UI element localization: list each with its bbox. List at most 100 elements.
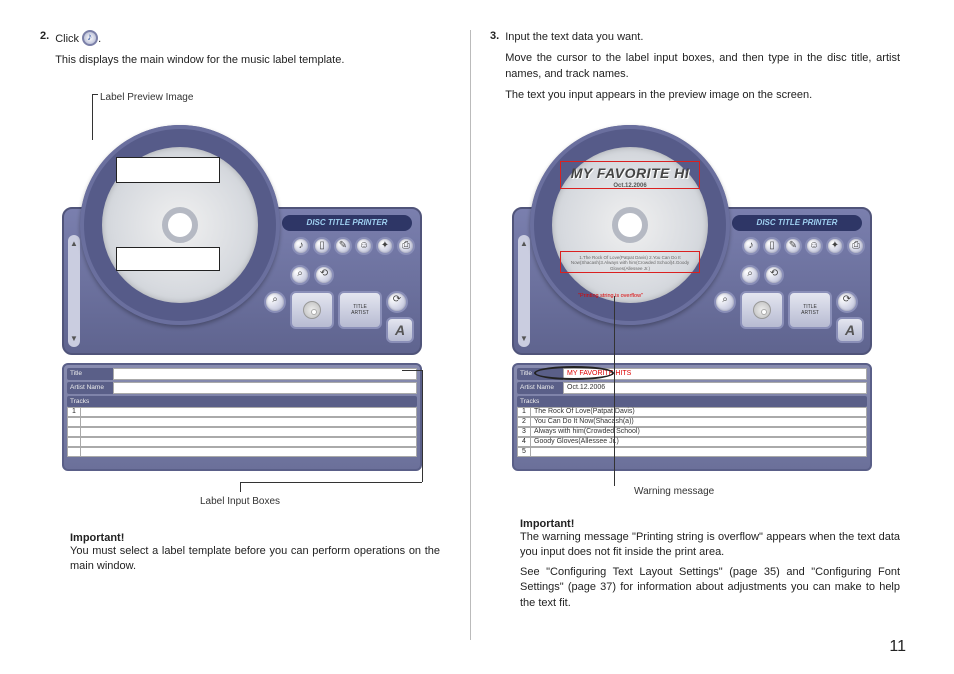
annotation-line [240,482,422,483]
reload-button[interactable]: ⟲ [764,265,784,285]
format-button[interactable]: A [386,317,414,343]
scroll-down-icon[interactable]: ▼ [70,334,78,343]
disc-hole [162,207,198,243]
refresh-button[interactable]: ⟳ [836,291,858,313]
highlight-ellipse [534,366,614,380]
artist-input[interactable] [113,382,417,394]
print-icon[interactable]: ⎙ [397,237,415,255]
annotation-warning-label: Warning message [634,486,714,497]
important-body-left: You must select a label template before … [70,544,440,575]
track-num [67,447,81,457]
scroll-up-icon[interactable]: ▲ [70,239,78,248]
tracks-label: Tracks [67,396,417,407]
wrench-icon[interactable]: ✎ [334,237,352,255]
track-input[interactable]: You Can Do It Now(Shacash(a)) [531,417,867,427]
fx-icon[interactable]: ✦ [826,237,844,255]
template-row: ⌕ TITLE ARTIST ⟳ A [714,291,864,343]
step-3: 3. Input the text data you want. Move th… [490,30,900,110]
annotation-line [240,482,241,492]
note-icon[interactable]: ♪ [742,237,760,255]
column-divider [470,30,471,640]
artist-label: Artist Name [517,382,563,394]
track-input[interactable] [81,437,417,447]
reload-button[interactable]: ⟲ [314,265,334,285]
format-button[interactable]: A [836,317,864,343]
track-input[interactable]: Goody Gloves(Allessee Jr.) [531,437,867,447]
step-3-line1: Input the text data you want. [505,30,900,45]
app-window-right: DISC TITLE PRINTER ▲ ▼ ♪ ▯ ✎ ☺ ✦ ⎙ ⌕ ⟲ [512,125,872,470]
template-thumb-2[interactable]: TITLE ARTIST [338,291,382,329]
important-body-right-2: See "Configuring Text Layout Settings" (… [520,565,900,611]
annotation-inputs-label: Label Input Boxes [200,496,280,507]
right-column: 3. Input the text data you want. Move th… [490,30,900,110]
annotation-line [402,370,422,371]
template-row: ⌕ TITLE ARTIST ⟳ A [264,291,414,343]
left-column: 2. Click . This displays the main window… [40,30,450,75]
track-num [67,417,81,427]
step-2: 2. Click . This displays the main window… [40,30,450,75]
track-input[interactable]: The Rock Of Love(Patpat Davis) [531,407,867,417]
template-thumb-1[interactable] [740,291,784,329]
track-num: 2 [517,417,531,427]
preview-tracks-outline [116,247,220,271]
print-icon[interactable]: ⎙ [847,237,865,255]
step-3-line2: Move the cursor to the label input boxes… [505,51,900,82]
zoom-in-button[interactable]: ⌕ [264,291,286,313]
page-icon[interactable]: ▯ [313,237,331,255]
scroll-rail[interactable]: ▲ ▼ [68,235,80,347]
panel-header: DISC TITLE PRINTER [282,215,412,231]
important-body-right-1: The warning message "Printing string is … [520,530,900,561]
step-num-2: 2. [40,30,49,75]
disc-title-frame [560,161,700,189]
scroll-rail[interactable]: ▲ ▼ [518,235,530,347]
side-buttons: ⌕ ⟲ [290,265,414,285]
template-thumb-2[interactable]: TITLE ARTIST [788,291,832,329]
refresh-button[interactable]: ⟳ [386,291,408,313]
disc-preview: MY FAVORITE HI Oct.12.2006 1.The Rock Of… [552,147,708,303]
annotation-line [422,370,423,482]
music-template-icon [82,30,98,46]
toolbar: ♪ ▯ ✎ ☺ ✦ ⎙ [742,237,865,255]
track-input[interactable] [531,447,867,457]
zoom-in-button[interactable]: ⌕ [714,291,736,313]
image-icon[interactable]: ☺ [805,237,823,255]
track-input[interactable] [81,417,417,427]
fx-icon[interactable]: ✦ [376,237,394,255]
annotation-preview-label: Label Preview Image [100,92,193,103]
important-heading-left: Important! [70,532,440,544]
zoom-button[interactable]: ⌕ [290,265,310,285]
page-icon[interactable]: ▯ [763,237,781,255]
disc-preview-frame: MY FAVORITE HI Oct.12.2006 1.The Rock Of… [530,125,730,325]
template-thumb-1[interactable] [290,291,334,329]
step-2-line2: This displays the main window for the mu… [55,53,344,68]
preview-title-outline [116,157,220,183]
step-num-3: 3. [490,30,499,110]
track-num: 3 [517,427,531,437]
track-num: 5 [517,447,531,457]
input-zone: Title Artist Name Tracks 1 [62,363,422,471]
track-input[interactable] [81,407,417,417]
artist-input[interactable]: Oct.12.2006 [563,382,867,394]
step-3-line3: The text you input appears in the previe… [505,88,900,103]
scroll-down-icon[interactable]: ▼ [520,334,528,343]
panel-header: DISC TITLE PRINTER [732,215,862,231]
toolbar: ♪ ▯ ✎ ☺ ✦ ⎙ [292,237,415,255]
note-icon[interactable]: ♪ [292,237,310,255]
track-input[interactable] [81,427,417,437]
track-num: 4 [517,437,531,447]
track-num: 1 [67,407,81,417]
disc-preview-frame [80,125,280,325]
step-2-line1: Click . [55,30,344,47]
image-icon[interactable]: ☺ [355,237,373,255]
title-label: Title [67,368,113,380]
warning-text: "Printing string is overflow" [578,293,643,299]
wrench-icon[interactable]: ✎ [784,237,802,255]
scroll-up-icon[interactable]: ▲ [520,239,528,248]
zoom-button[interactable]: ⌕ [740,265,760,285]
track-num: 1 [517,407,531,417]
track-input[interactable] [81,447,417,457]
track-num [67,437,81,447]
title-input[interactable] [113,368,417,380]
track-input[interactable]: Always with him(Crowded School) [531,427,867,437]
app-window-left: DISC TITLE PRINTER ▲ ▼ ♪ ▯ ✎ ☺ ✦ ⎙ ⌕ ⟲ [62,125,422,470]
